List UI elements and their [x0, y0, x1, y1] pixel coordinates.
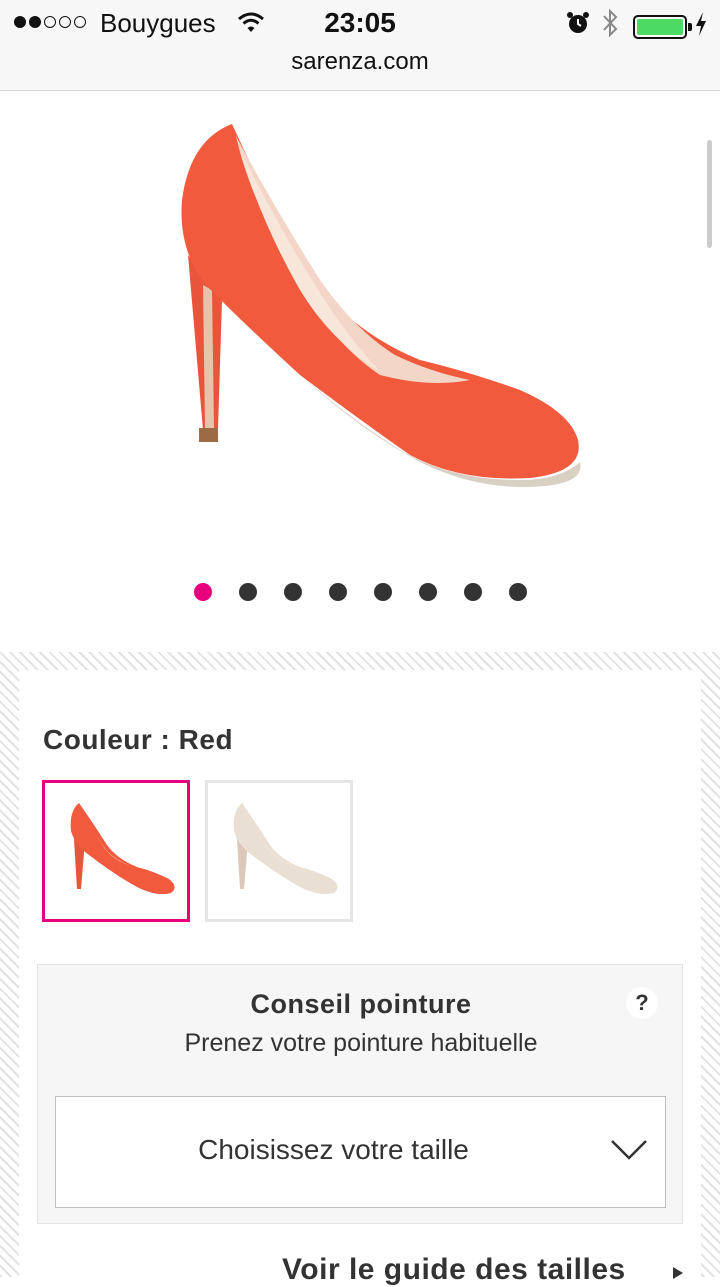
size-select-placeholder: Choisissez votre taille: [198, 1134, 469, 1165]
chevron-down-icon: [611, 1140, 647, 1160]
size-advice-box: Conseil pointure Prenez votre pointure h…: [37, 964, 683, 1224]
carousel-dot[interactable]: [283, 583, 302, 601]
beige-pump-thumbnail: [233, 803, 338, 895]
size-advice-title: Conseil pointure: [250, 989, 472, 1019]
address-bar-url[interactable]: sarenza.com: [0, 48, 720, 76]
charging-bolt-icon: [696, 12, 706, 36]
carousel-dot[interactable]: [193, 583, 212, 601]
color-swatch-red[interactable]: [42, 780, 190, 922]
bluetooth-icon: [603, 8, 618, 38]
carousel-dot[interactable]: [418, 583, 437, 601]
status-bar: Bouygues 23:05 sarenza.com: [0, 0, 720, 91]
scroll-indicator: [707, 140, 712, 248]
carousel-dot[interactable]: [373, 583, 392, 601]
red-pump-image: [181, 124, 581, 487]
carousel-dot[interactable]: [328, 583, 347, 601]
help-icon[interactable]: ?: [626, 987, 658, 1019]
product-image[interactable]: [0, 91, 720, 561]
color-swatch-beige[interactable]: [205, 780, 353, 922]
battery-icon: [633, 15, 692, 39]
size-advice-subtitle: Prenez votre pointure habituelle: [184, 1029, 538, 1057]
alarm-icon: [567, 12, 589, 33]
color-label: Couleur : Red: [43, 724, 234, 755]
arrow-right-icon: [673, 1267, 683, 1279]
size-select[interactable]: Choisissez votre taille: [55, 1096, 666, 1208]
red-pump-thumbnail: [70, 803, 175, 895]
carousel-pagination[interactable]: [0, 583, 720, 601]
carousel-dot[interactable]: [463, 583, 482, 601]
size-guide-link[interactable]: Voir le guide des tailles: [282, 1253, 626, 1287]
carousel-dot[interactable]: [238, 583, 257, 601]
carousel-dot[interactable]: [508, 583, 527, 601]
